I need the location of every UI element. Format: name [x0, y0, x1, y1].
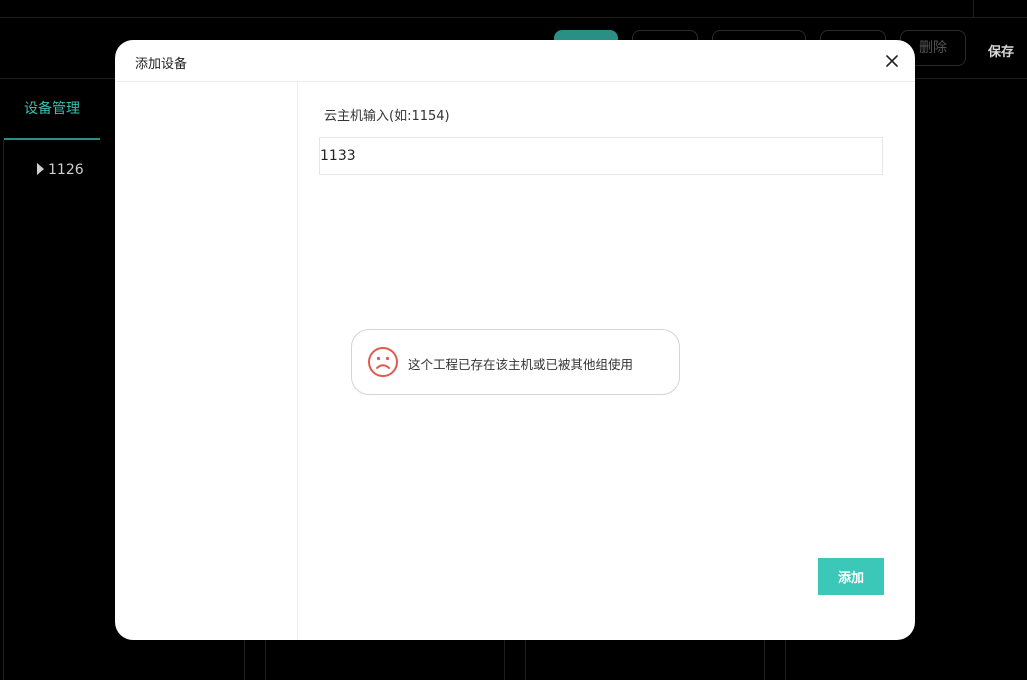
modal-title: 添加设备	[135, 57, 188, 72]
tree-item-label: 1126	[48, 162, 84, 178]
top-divider	[0, 17, 1027, 18]
tree-item[interactable]: 1126	[37, 162, 84, 178]
modal-left-panel	[115, 82, 298, 640]
host-input-label: 云主机输入(如:1154)	[324, 109, 450, 124]
caret-right-icon	[37, 163, 44, 175]
modal-header: 添加设备	[115, 40, 915, 82]
host-input[interactable]	[319, 137, 883, 175]
toast-message: 这个工程已存在该主机或已被其他组使用	[408, 357, 634, 372]
close-icon[interactable]	[885, 54, 899, 68]
save-button[interactable]: 保存	[988, 41, 1014, 60]
top-vertical-divider	[973, 0, 974, 17]
add-button[interactable]: 添加	[818, 558, 884, 595]
error-toast: 这个工程已存在该主机或已被其他组使用	[351, 329, 680, 395]
tab-device-management[interactable]: 设备管理	[4, 90, 100, 140]
sidebar-divider	[3, 140, 4, 680]
sad-face-icon	[368, 347, 398, 377]
